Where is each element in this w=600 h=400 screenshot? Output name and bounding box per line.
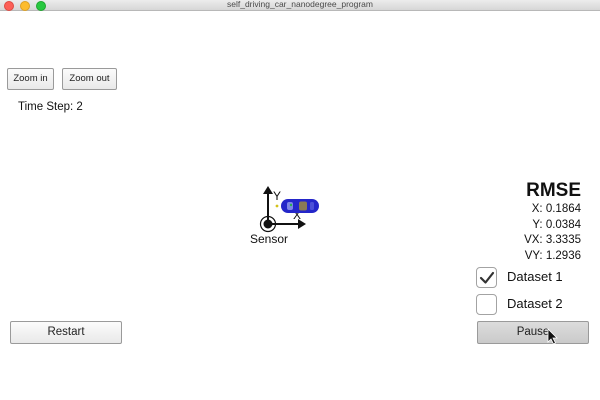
dataset-2-checkbox[interactable] xyxy=(476,294,497,315)
rmse-vy-value: VY: 1.2936 xyxy=(524,249,581,262)
lidar-measurement-marker xyxy=(275,204,279,208)
sensor-label: Sensor xyxy=(250,232,289,246)
y-axis-arrow-icon xyxy=(263,186,273,224)
rmse-vx-value: VX: 3.3335 xyxy=(524,234,581,246)
restart-button[interactable]: Restart xyxy=(10,321,122,344)
dataset-1-checkbox[interactable] xyxy=(476,267,497,288)
pause-button[interactable]: Pause xyxy=(477,321,589,344)
car-icon xyxy=(281,199,319,213)
estimate-marker xyxy=(289,203,293,207)
rmse-panel: RMSE X: 0.1864 Y: 0.0384 VX: 3.3335 VY: … xyxy=(524,180,581,264)
rmse-heading: RMSE xyxy=(526,180,581,201)
dataset-1-label: Dataset 1 xyxy=(507,269,563,284)
y-axis-label: Y xyxy=(273,189,281,203)
rmse-y-value: Y: 0.0384 xyxy=(532,218,581,231)
dataset-2-label: Dataset 2 xyxy=(507,296,563,311)
checkmark-icon xyxy=(479,271,495,284)
rmse-x-value: X: 0.1864 xyxy=(531,203,581,215)
